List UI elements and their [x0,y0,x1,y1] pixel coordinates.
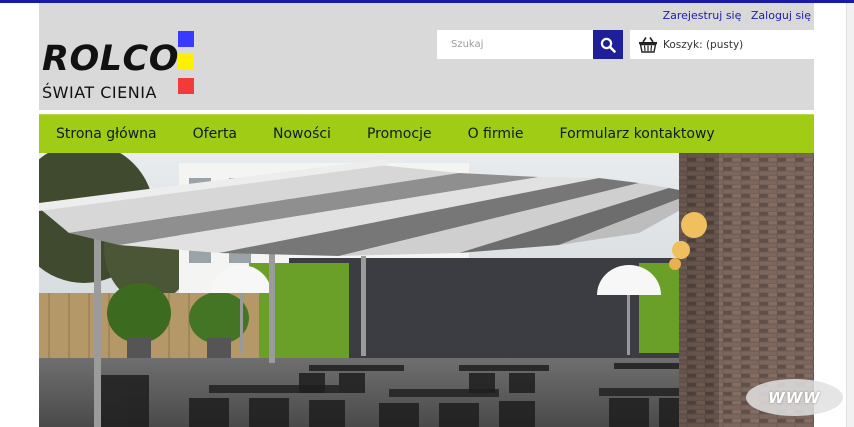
logo-square-red [178,78,194,94]
menu-item-promotions[interactable]: Promocje [367,126,432,142]
logo-square-blue [178,31,194,47]
www-badge[interactable]: WWW [746,379,843,416]
menu-item-home[interactable]: Strona główna [56,126,157,142]
basket-icon [639,37,657,53]
cart-label: Koszyk: (pusty) [663,38,744,51]
login-link[interactable]: Zaloguj się [751,9,811,22]
hero-illustration [39,153,814,427]
menu-item-offer[interactable]: Oferta [193,126,237,142]
cart-button[interactable]: Koszyk: (pusty) [630,30,814,59]
auth-links: Zarejestruj się Zaloguj się [657,9,811,22]
menu-item-news[interactable]: Nowości [273,126,331,142]
search-button[interactable] [593,30,623,59]
logo-subtitle: ŚWIAT CIENIA [42,83,157,102]
menu-item-contact-form[interactable]: Formularz kontaktowy [560,126,715,142]
scrollbar[interactable] [846,3,854,427]
logo-square-yellow [178,54,194,70]
search-icon [600,37,616,53]
site-header: ROLCO ŚWIAT CIENIA Zarejestruj się Zalog… [39,3,814,110]
logo-title[interactable]: ROLCO [42,39,179,79]
search-input[interactable] [437,30,593,59]
hero-image [39,153,814,427]
register-link[interactable]: Zarejestruj się [663,9,742,22]
main-menu: Strona główna Oferta Nowości Promocje O … [39,114,814,153]
menu-item-about[interactable]: O firmie [468,126,524,142]
